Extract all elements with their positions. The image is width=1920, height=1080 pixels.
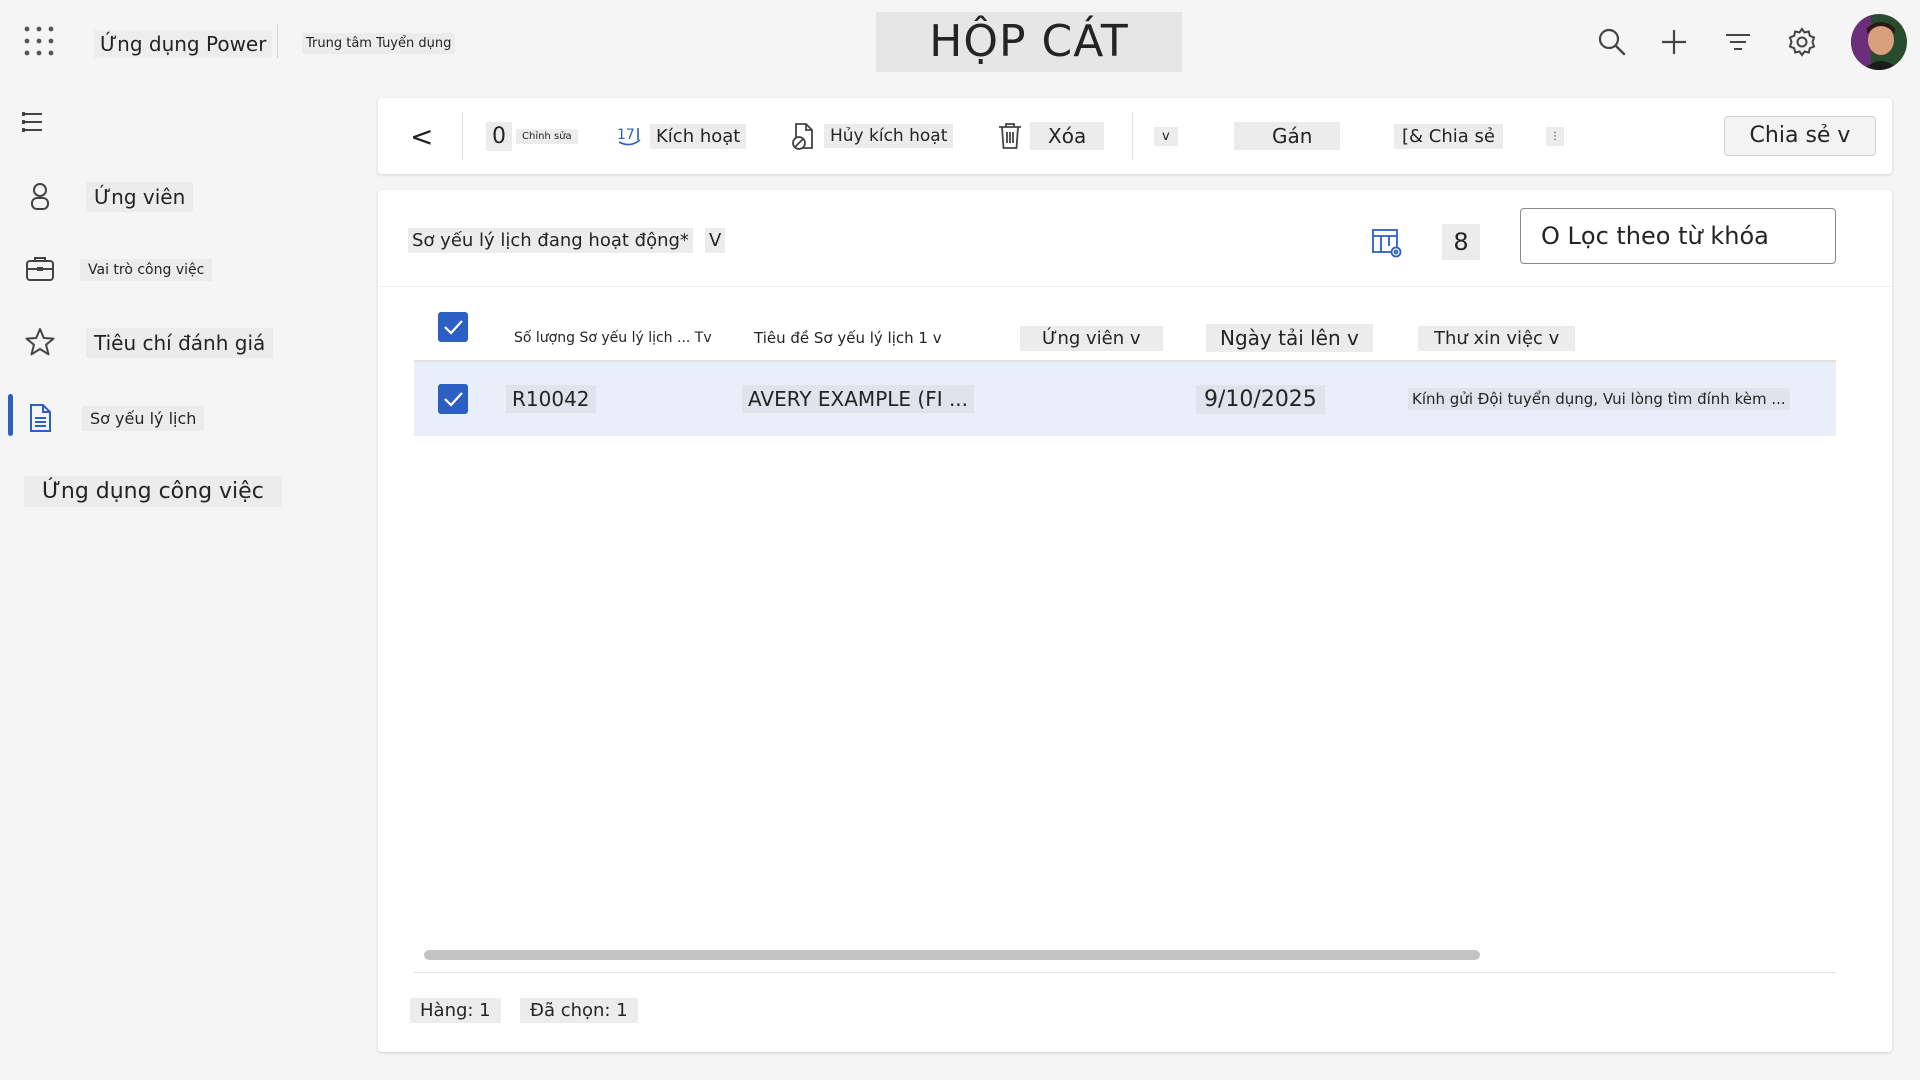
sidebar-item-evaluation-criteria[interactable]: Tiêu chí đánh giá xyxy=(0,312,360,372)
horizontal-scrollbar[interactable] xyxy=(424,950,1480,960)
waffle-icon[interactable] xyxy=(24,26,54,56)
divider xyxy=(378,286,1892,287)
activate-icon: 17 xyxy=(616,122,644,150)
sidebar-item-label: Vai trò công việc xyxy=(80,259,213,281)
cell-upload-date: 9/10/2025 xyxy=(1196,362,1325,436)
sidebar-item-label: Sơ yếu lý lịch xyxy=(82,406,205,431)
add-icon[interactable] xyxy=(1658,26,1690,58)
settings-icon[interactable] xyxy=(1786,26,1818,58)
sidebar-item-label: Ứng viên xyxy=(86,182,194,212)
back-button[interactable]: < xyxy=(410,98,433,174)
cell-resume-title[interactable]: AVERY EXAMPLE (FI ... xyxy=(742,362,975,436)
command-divider xyxy=(462,112,463,160)
sidebar-item-candidates[interactable]: Ứng viên xyxy=(0,166,360,226)
column-header-resume-title[interactable]: Tiêu đề Sơ yếu lý lịch 1 v xyxy=(746,308,950,368)
column-header-upload-date[interactable]: Ngày tải lên v xyxy=(1206,308,1373,368)
more-delete-dropdown[interactable]: v xyxy=(1154,98,1178,174)
app-name[interactable]: Ứng dụng Power xyxy=(94,30,273,58)
search-icon[interactable] xyxy=(1596,26,1628,58)
overflow-menu-button[interactable]: ⋮ xyxy=(1546,98,1564,174)
sub-app-name[interactable]: Trung tâm Tuyển dụng xyxy=(302,33,456,54)
row-checkbox[interactable] xyxy=(438,384,468,414)
chevron-down-icon: v xyxy=(1154,126,1178,146)
cell-resume-number[interactable]: R10042 xyxy=(506,362,596,436)
share-dropdown-button[interactable]: Chia sẻ v xyxy=(1724,116,1876,156)
edit-label: Chỉnh sửa xyxy=(516,128,578,144)
column-header-cover-letter[interactable]: Thư xin việc v xyxy=(1418,308,1576,368)
sidebar-item-label: Tiêu chí đánh giá xyxy=(86,328,274,358)
person-icon xyxy=(24,180,56,212)
chevron-down-icon: V xyxy=(704,228,726,253)
activate-label: Kích hoạt xyxy=(650,123,747,149)
delete-label: Xóa xyxy=(1030,122,1105,150)
delete-button[interactable]: Xóa xyxy=(996,98,1105,174)
select-all-checkbox[interactable] xyxy=(438,312,468,342)
row-count: Hàng: 1 xyxy=(410,998,501,1023)
column-header-resume-number[interactable]: Số lượng Sơ yếu lý lịch ... Tv xyxy=(506,308,720,368)
activate-button[interactable]: 17 Kích hoạt xyxy=(616,98,747,174)
share-label: [& Chia sẻ xyxy=(1394,123,1503,149)
edit-icon: 0 xyxy=(486,121,512,151)
star-icon xyxy=(24,326,56,358)
footer-divider xyxy=(414,972,1836,973)
svg-text:17: 17 xyxy=(617,127,635,143)
filter-icon[interactable] xyxy=(1722,26,1754,58)
assign-button[interactable]: Gán xyxy=(1234,98,1341,174)
deactivate-button[interactable]: Hủy kích hoạt xyxy=(790,98,954,174)
menu-toggle-icon[interactable] xyxy=(20,108,50,138)
sidebar-item-job-roles[interactable]: Vai trò công việc xyxy=(0,238,360,298)
command-divider xyxy=(1132,112,1133,160)
view-name: Sơ yếu lý lịch đang hoạt động* xyxy=(408,228,693,253)
record-count-badge[interactable]: 8 xyxy=(1442,224,1480,260)
document-icon xyxy=(24,402,56,434)
header-divider xyxy=(277,24,278,58)
keyword-filter-input[interactable] xyxy=(1520,208,1836,264)
app-switcher-job-apps[interactable]: Ứng dụng công việc xyxy=(24,476,282,507)
trash-icon xyxy=(996,121,1024,151)
sidebar-item-resumes[interactable]: Sơ yếu lý lịch xyxy=(0,388,360,448)
deactivate-label: Hủy kích hoạt xyxy=(824,124,954,148)
command-bar: < 0 Chỉnh sửa 17 Kích hoạt Hủy kích hoạt… xyxy=(378,98,1892,174)
share-command-button[interactable]: [& Chia sẻ xyxy=(1394,98,1503,174)
active-indicator xyxy=(8,394,13,436)
edit-columns-icon[interactable] xyxy=(1370,226,1404,260)
assign-label: Gán xyxy=(1234,122,1341,150)
selected-count: Đã chọn: 1 xyxy=(520,998,638,1023)
briefcase-icon xyxy=(24,252,56,284)
cell-cover-letter: Kính gửi Đội tuyển dụng, Vui lòng tìm đí… xyxy=(1408,362,1790,436)
avatar[interactable] xyxy=(1851,14,1907,70)
environment-banner: HỘP CÁT xyxy=(876,12,1182,72)
more-icon: ⋮ xyxy=(1546,126,1564,146)
table-row[interactable]: R10042 AVERY EXAMPLE (FI ... 9/10/2025 K… xyxy=(414,362,1836,436)
view-selector[interactable]: Sơ yếu lý lịch đang hoạt động* V xyxy=(408,228,726,253)
edit-button[interactable]: 0 Chỉnh sửa xyxy=(486,98,578,174)
grid-panel: Sơ yếu lý lịch đang hoạt động* V 8 Số lư… xyxy=(378,190,1892,1052)
deactivate-icon xyxy=(790,121,818,151)
column-header-candidate[interactable]: Ứng viên v xyxy=(1020,308,1163,368)
